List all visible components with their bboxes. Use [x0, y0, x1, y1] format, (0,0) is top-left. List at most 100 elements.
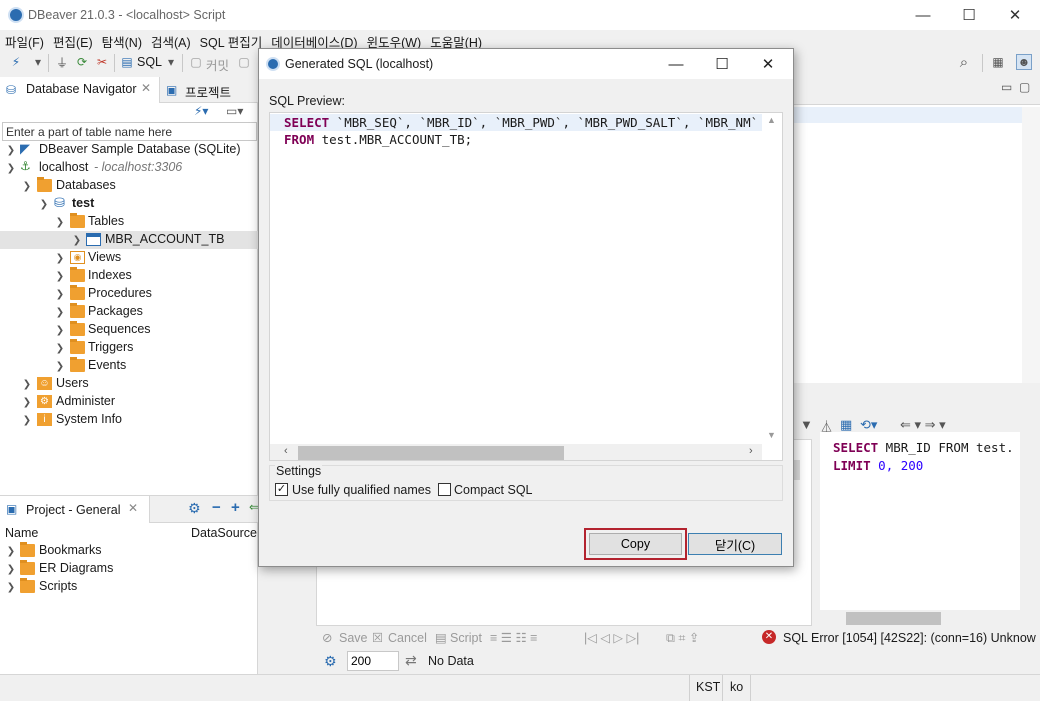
sql-button-label[interactable]: SQL: [137, 55, 162, 69]
panel-icons[interactable]: ⧉ ⌗ ⇪: [666, 630, 699, 646]
chevron-down-icon[interactable]: ❯: [5, 160, 17, 176]
tree-item-events[interactable]: ❯ Events: [0, 357, 258, 375]
menu-file[interactable]: 파일(F): [4, 30, 48, 50]
tree-item-indexes[interactable]: ❯ Indexes: [0, 267, 258, 285]
fully-qualified-label[interactable]: Use fully qualified names: [292, 483, 431, 497]
new-connection-icon[interactable]: ⚡▾: [194, 104, 208, 118]
compact-sql-label[interactable]: Compact SQL: [454, 483, 533, 497]
script-button[interactable]: Script: [450, 631, 482, 645]
menu-search[interactable]: 검색(A): [150, 30, 195, 50]
chevron-right-icon[interactable]: ❯: [21, 376, 33, 392]
tree-item-packages[interactable]: ❯ Packages: [0, 303, 258, 321]
save-button[interactable]: Save: [339, 631, 368, 645]
chevron-right-icon[interactable]: ❯: [21, 394, 33, 410]
chevron-down-icon[interactable]: ❯: [21, 178, 33, 194]
project-item-scripts[interactable]: ❯ Scripts: [0, 578, 258, 596]
cancel-button[interactable]: Cancel: [388, 631, 427, 645]
maximize-view-icon[interactable]: ▢: [1019, 80, 1030, 94]
tree-item-users[interactable]: ❯ ☺ Users: [0, 375, 258, 393]
edit-rows-icons[interactable]: ≡ ☰ ☷ ≡: [490, 630, 537, 645]
tree-item-triggers[interactable]: ❯ Triggers: [0, 339, 258, 357]
chevron-down-icon[interactable]: ❯: [38, 196, 50, 212]
tab-database-navigator[interactable]: ⛁ Database Navigator ✕: [0, 77, 160, 103]
scroll-thumb[interactable]: [298, 446, 564, 460]
refresh-icon[interactable]: ⇄: [405, 652, 417, 669]
menu-navigate[interactable]: 탐색(N): [101, 30, 146, 50]
tree-item-mbr-account-tb[interactable]: ❯ MBR_ACCOUNT_TB: [0, 231, 258, 249]
new-connection-icon[interactable]: ⚡: [8, 54, 24, 70]
chevron-down-icon[interactable]: ❯: [54, 214, 66, 230]
open-perspective-icon[interactable]: ▦: [990, 54, 1006, 70]
horizontal-scrollbar[interactable]: [820, 610, 1020, 627]
menu-database[interactable]: 데이터베이스(D): [270, 30, 361, 50]
vertical-scrollbar[interactable]: ▲ ▼: [762, 113, 782, 444]
menu-help[interactable]: 도움말(H): [429, 30, 486, 50]
scroll-left-icon[interactable]: ‹: [284, 445, 288, 457]
vertical-scrollbar[interactable]: [1022, 107, 1040, 383]
scroll-up-icon[interactable]: ▲: [767, 115, 776, 125]
connect-icon[interactable]: ⏚: [54, 54, 70, 70]
scroll-down-icon[interactable]: ▼: [767, 430, 776, 440]
project-item-er-diagrams[interactable]: ❯ ER Diagrams: [0, 560, 258, 578]
tab-projects[interactable]: 프로젝트: [185, 82, 231, 101]
column-header-datasource[interactable]: DataSource: [191, 526, 257, 540]
chevron-right-icon[interactable]: ❯: [21, 412, 33, 428]
chevron-right-icon[interactable]: ❯: [54, 268, 66, 284]
close-tab-icon[interactable]: ✕: [141, 81, 151, 95]
plus-icon[interactable]: +: [231, 499, 240, 516]
horizontal-scrollbar[interactable]: ‹ ›: [270, 444, 762, 460]
tree-item-sequences[interactable]: ❯ Sequences: [0, 321, 258, 339]
chevron-right-icon[interactable]: ❯: [5, 543, 17, 559]
close-window-button[interactable]: ✕: [992, 0, 1038, 30]
scroll-thumb[interactable]: [846, 612, 941, 625]
chevron-right-icon[interactable]: ❯: [5, 561, 17, 577]
minimize-view-icon[interactable]: ▭: [1001, 80, 1012, 94]
refresh-icon[interactable]: ⟲▾: [860, 417, 877, 433]
chevron-right-icon[interactable]: ❯: [54, 322, 66, 338]
tree-item-views[interactable]: ❯ ◉ Views: [0, 249, 258, 267]
tab-project-general[interactable]: ▣ Project - General ✕: [0, 496, 150, 523]
rollback-icon[interactable]: ▢: [236, 54, 252, 70]
row-limit-input[interactable]: [347, 651, 399, 671]
dropdown-arrow-icon[interactable]: ▾: [30, 54, 46, 70]
tree-item-localhost[interactable]: ❯ ⚓ localhost - localhost:3306: [0, 159, 258, 177]
tree-item-procedures[interactable]: ❯ Procedures: [0, 285, 258, 303]
scroll-right-icon[interactable]: ›: [749, 445, 753, 457]
sql-editor-icon[interactable]: ▤: [119, 54, 135, 70]
maximize-button[interactable]: ☐: [946, 0, 992, 30]
fully-qualified-checkbox[interactable]: ✓: [275, 483, 288, 496]
dialog-maximize-button[interactable]: ☐: [699, 49, 745, 79]
chevron-right-icon[interactable]: ❯: [54, 358, 66, 374]
commit-label[interactable]: 커밋: [206, 55, 229, 74]
error-message[interactable]: SQL Error [1054] [42S22]: (conn=16) Unkn…: [783, 631, 1036, 645]
menu-window[interactable]: 윈도우(W): [366, 30, 426, 50]
tree-item-administer[interactable]: ❯ ⚙ Administer: [0, 393, 258, 411]
menu-sql-editor[interactable]: SQL 편집기: [199, 30, 267, 50]
close-button[interactable]: 닫기(C): [688, 533, 782, 555]
tree-item-test[interactable]: ❯ ⛁ test: [0, 195, 258, 213]
chevron-right-icon[interactable]: ❯: [71, 232, 83, 248]
table-filter-input[interactable]: [2, 122, 257, 141]
menu-edit[interactable]: 편집(E): [52, 30, 97, 50]
chevron-right-icon[interactable]: ❯: [5, 142, 17, 158]
back-forward-icon[interactable]: ⇐ ▾ ⇒ ▾: [900, 417, 946, 433]
close-tab-icon[interactable]: ✕: [128, 501, 138, 515]
disconnect-icon[interactable]: ✂: [94, 54, 110, 70]
gear-icon[interactable]: ⚙: [188, 500, 201, 517]
chevron-right-icon[interactable]: ❯: [54, 304, 66, 320]
chevron-right-icon[interactable]: ❯: [54, 250, 66, 266]
tree-item-databases[interactable]: ❯ Databases: [0, 177, 258, 195]
search-icon[interactable]: ⌕: [956, 54, 972, 71]
sql-preview-editor[interactable]: SELECT `MBR_SEQ`, `MBR_ID`, `MBR_PWD`, `…: [269, 112, 783, 461]
navigation-icons[interactable]: |◁ ◁ ▷ ▷|: [584, 630, 639, 645]
project-item-bookmarks[interactable]: ❯ Bookmarks: [0, 542, 258, 560]
compact-sql-checkbox[interactable]: [438, 483, 451, 496]
gear-icon[interactable]: ⚙: [324, 653, 337, 670]
chevron-right-icon[interactable]: ❯: [54, 286, 66, 302]
chevron-right-icon[interactable]: ❯: [54, 340, 66, 356]
reconnect-icon[interactable]: ⟳: [74, 54, 90, 70]
new-folder-icon[interactable]: ▭▾: [226, 104, 243, 118]
tree-item-system-info[interactable]: ❯ i System Info: [0, 411, 258, 429]
chevron-right-icon[interactable]: ❯: [5, 579, 17, 595]
minus-icon[interactable]: −: [212, 499, 221, 516]
